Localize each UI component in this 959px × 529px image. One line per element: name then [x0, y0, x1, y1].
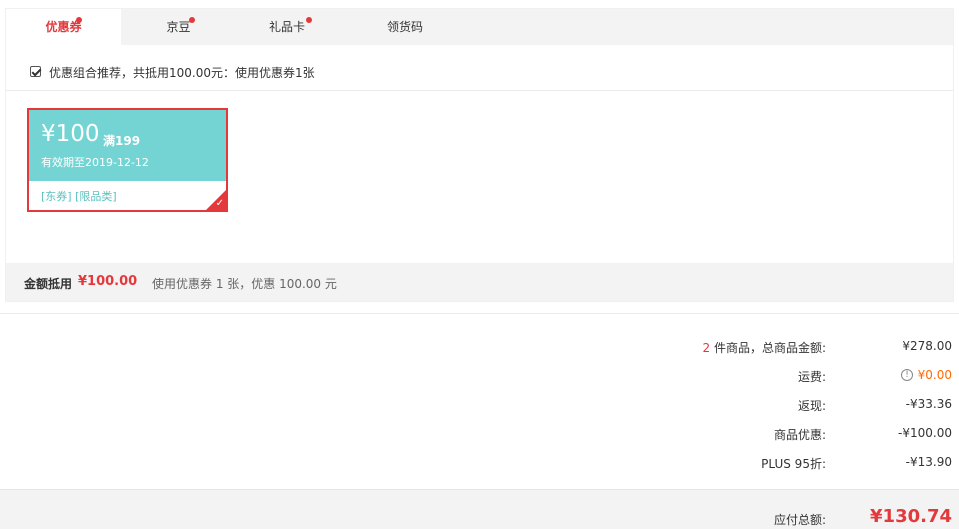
tab-giftcard-label: 礼品卡	[268, 20, 305, 34]
combo-checkbox[interactable]	[30, 66, 41, 77]
total-row-plus: PLUS 95折: -¥13.90	[0, 455, 959, 473]
tab-jingdou[interactable]: 京豆	[121, 9, 236, 45]
combo-text: 优惠组合推荐，共抵用100.00元：使用优惠券1张	[49, 66, 315, 80]
goods-label-text: 件商品，总商品金额:	[710, 341, 826, 355]
goods-label: 2 件商品，总商品金额:	[703, 339, 827, 356]
shipping-value: ¥0.00	[917, 368, 952, 382]
shipping-label: 运费:	[797, 370, 826, 384]
summary-label: 金额抵用	[24, 277, 73, 291]
cashback-label: 返现:	[797, 399, 826, 413]
coupon-validity: 有效期至2019-12-12	[41, 156, 149, 169]
payable-label: 应付总额:	[773, 513, 826, 527]
coupon-card-top: ¥100 满199 有效期至2019-12-12	[29, 110, 226, 181]
tab-giftcard-dot	[306, 17, 312, 23]
combo-recommendation: 优惠组合推荐，共抵用100.00元：使用优惠券1张	[6, 45, 953, 91]
tab-jingdou-label: 京豆	[166, 20, 191, 34]
tab-pickup-code[interactable]: 领货码	[354, 9, 456, 45]
plus-label: PLUS 95折:	[761, 457, 826, 471]
coupon-panel: 优惠券 京豆 礼品卡 领货码 优惠组合推荐，共抵用100.00元：使用优惠券1张…	[5, 8, 954, 302]
total-row-cashback: 返现: -¥33.36	[0, 397, 959, 415]
tab-coupon[interactable]: 优惠券	[6, 9, 121, 45]
discount-value: -¥100.00	[898, 426, 952, 440]
total-row-goods: 2 件商品，总商品金额: ¥278.00	[0, 339, 959, 357]
coupon-amount: ¥100	[41, 121, 100, 147]
section-divider	[0, 313, 959, 314]
tab-pickup-code-label: 领货码	[386, 20, 423, 34]
total-row-discount: 商品优惠: -¥100.00	[0, 426, 959, 444]
coupon-condition: 满199	[103, 134, 141, 148]
total-row-shipping: 运费: ! ¥0.00	[0, 368, 959, 386]
payable-amount: ¥130.74	[870, 506, 952, 527]
tab-giftcard[interactable]: 礼品卡	[236, 9, 338, 45]
goods-count: 2	[702, 341, 711, 355]
summary-description: 使用优惠券 1 张，优惠 100.00 元	[152, 277, 337, 291]
coupon-card[interactable]: ¥100 满199 有效期至2019-12-12 [东券] [限品类] ✓	[27, 108, 228, 212]
info-icon[interactable]: !	[901, 369, 913, 381]
summary-amount: ¥100.00	[78, 274, 138, 289]
check-icon: ✓	[215, 198, 224, 209]
coupon-tags: [东券] [限品类]	[41, 190, 117, 203]
coupon-summary: 金额抵用 ¥100.00 使用优惠券 1 张，优惠 100.00 元	[6, 263, 953, 301]
discount-label: 商品优惠:	[773, 428, 826, 442]
payable-bar: 应付总额: ¥130.74	[0, 489, 959, 529]
tab-jingdou-dot	[189, 17, 195, 23]
goods-value: ¥278.00	[902, 339, 952, 353]
discount-tabbar: 优惠券 京豆 礼品卡 领货码	[6, 9, 953, 45]
cashback-value: -¥33.36	[905, 397, 952, 411]
plus-value: -¥13.90	[905, 455, 952, 469]
tab-coupon-dot	[76, 17, 82, 23]
